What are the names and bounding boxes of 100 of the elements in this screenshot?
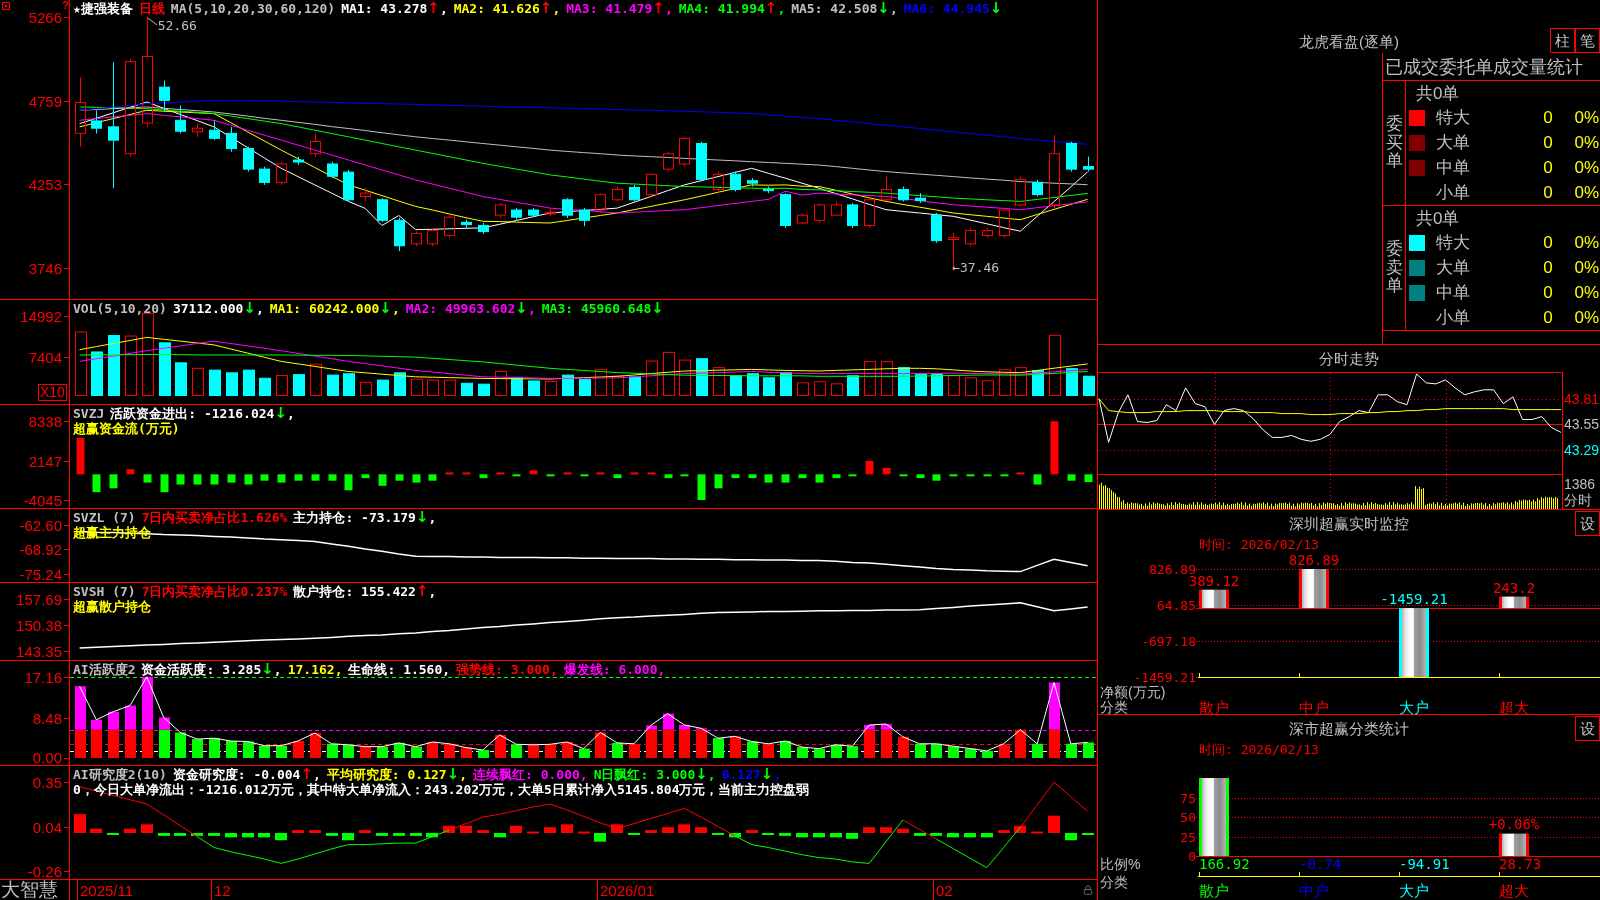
date-label: 2026/01 [600,882,655,899]
legend-item: 强势线: 3.000, [456,662,558,677]
view-toggle-button[interactable]: 笔 [1575,28,1600,53]
order-type: 大单 [1435,133,1470,152]
value-label: 389.12 [1188,574,1240,589]
order-volume: 0 [1543,308,1553,327]
candlestick [175,104,186,134]
category-label: 中户 [1299,883,1329,899]
ratio-value: 28.73 [1499,857,1542,872]
legend-item: MA2: 49963.602↓, [405,301,536,316]
axis-title: 比例% [1100,857,1141,872]
panel-title: 深市超赢分类统计 [1289,720,1409,737]
candlestick [797,212,808,226]
candlestick [629,184,640,202]
axis-label: 8.48 [32,711,62,726]
settings-button[interactable]: 设 [1575,511,1600,536]
axis-label: 5266 [28,10,62,25]
ratio-value: 166.92 [1199,857,1250,872]
ratio-value: -0.74 [1299,857,1342,872]
axis-label: 14992 [20,309,62,324]
order-type: 中单 [1435,158,1470,177]
legend-item: 爆发线: 6.000, [563,662,666,677]
axis-label: 50 [1180,810,1196,825]
chart-subtitle: 超赢资金流(万元) [73,421,180,436]
candlestick [377,197,388,223]
candlestick [159,80,170,113]
order-volume: 0 [1543,133,1553,152]
candlestick [259,166,270,186]
cursor-mark: ? [62,0,69,10]
high-price-label: 52.66 [157,18,197,33]
order-percent: 0% [1574,308,1600,327]
legend-item: 连续飘红: 0.000, [473,767,588,782]
legend-item: 资金活跃度: 3.285↓, [141,662,282,677]
candlestick [528,207,539,217]
view-toggle-button[interactable]: 柱 [1550,28,1575,53]
ratio-value: -94.91 [1399,857,1450,872]
legend-item: SVZJ [73,406,105,421]
value-label: -1459.21 [1380,592,1448,607]
category-label: 中户 [1299,700,1329,716]
order-type: 特大 [1435,108,1470,127]
axis-label: 7404 [28,350,62,365]
candlestick [394,217,405,252]
candlestick [495,202,506,219]
legend-item: MA5: 42.508↓, [791,1,898,16]
axis-label: 143.35 [16,644,62,659]
candlestick [545,207,556,217]
candlestick [511,207,522,221]
axis-title: 分类 [1100,875,1128,890]
candlestick [763,186,774,194]
candlestick [478,222,489,235]
legend-item: 37112.000↓, [172,301,264,316]
candlestick [91,109,102,134]
axis-label: 4759 [28,94,62,109]
date-label: 2025/11 [80,882,134,899]
panel-title: 深圳超赢实时监控 [1289,515,1409,532]
candlestick [1083,156,1094,173]
candlestick [999,207,1010,239]
candlestick [679,136,690,168]
legend-item: 生命线: 1.560, [348,662,451,677]
order-total: 共0单 [1416,83,1460,103]
candlestick [444,214,455,239]
category-label: 散户 [1199,700,1229,716]
candlestick [747,177,758,187]
legend-item: AI研究度2(10) [73,767,167,782]
legend-item: MA6: 44.945↓ [903,1,1003,16]
candlestick [226,126,237,153]
legend-item: 平均研究度: 0.127↓, [326,767,468,782]
order-percent: 0% [1574,108,1600,127]
axis-label: -75.24 [19,567,62,582]
candlestick [562,197,573,219]
order-volume: 0 [1543,158,1553,177]
order-volume: 0 [1543,183,1553,202]
axis-label: 75 [1180,791,1196,806]
order-type: 中单 [1435,283,1470,302]
axis-label: 0.35 [32,775,62,790]
order-volume: 0 [1543,233,1553,252]
category-label: 大户 [1399,883,1429,899]
settings-button[interactable]: 设 [1575,716,1600,741]
order-percent: 0% [1574,233,1600,252]
order-percent: 0% [1574,283,1600,302]
axis-title: 净额(万元) [1100,685,1166,700]
axis-label: 2147 [28,454,62,469]
order-total: 共0单 [1416,208,1460,228]
legend-item: MA3: 45960.648↓ [541,301,664,316]
candlestick [243,146,254,173]
candlestick [915,192,926,204]
order-percent: 0% [1574,258,1600,277]
axis-label: 0.00 [32,750,62,765]
candlestick [411,230,422,247]
candlestick [663,151,674,173]
axis-label: 826.89 [1149,562,1196,577]
candlestick [612,186,623,202]
legend-item: N日飘红: 3.000↓, [593,767,716,782]
candlestick [293,156,304,166]
order-volume: 0 [1543,258,1553,277]
legend-item: 资金研究度: -0.004↑, [172,767,321,782]
candlestick [696,141,707,183]
side-label: 委买单 [1385,114,1403,172]
candlestick [881,176,892,202]
legend-item: SVSH (7) [73,584,136,599]
